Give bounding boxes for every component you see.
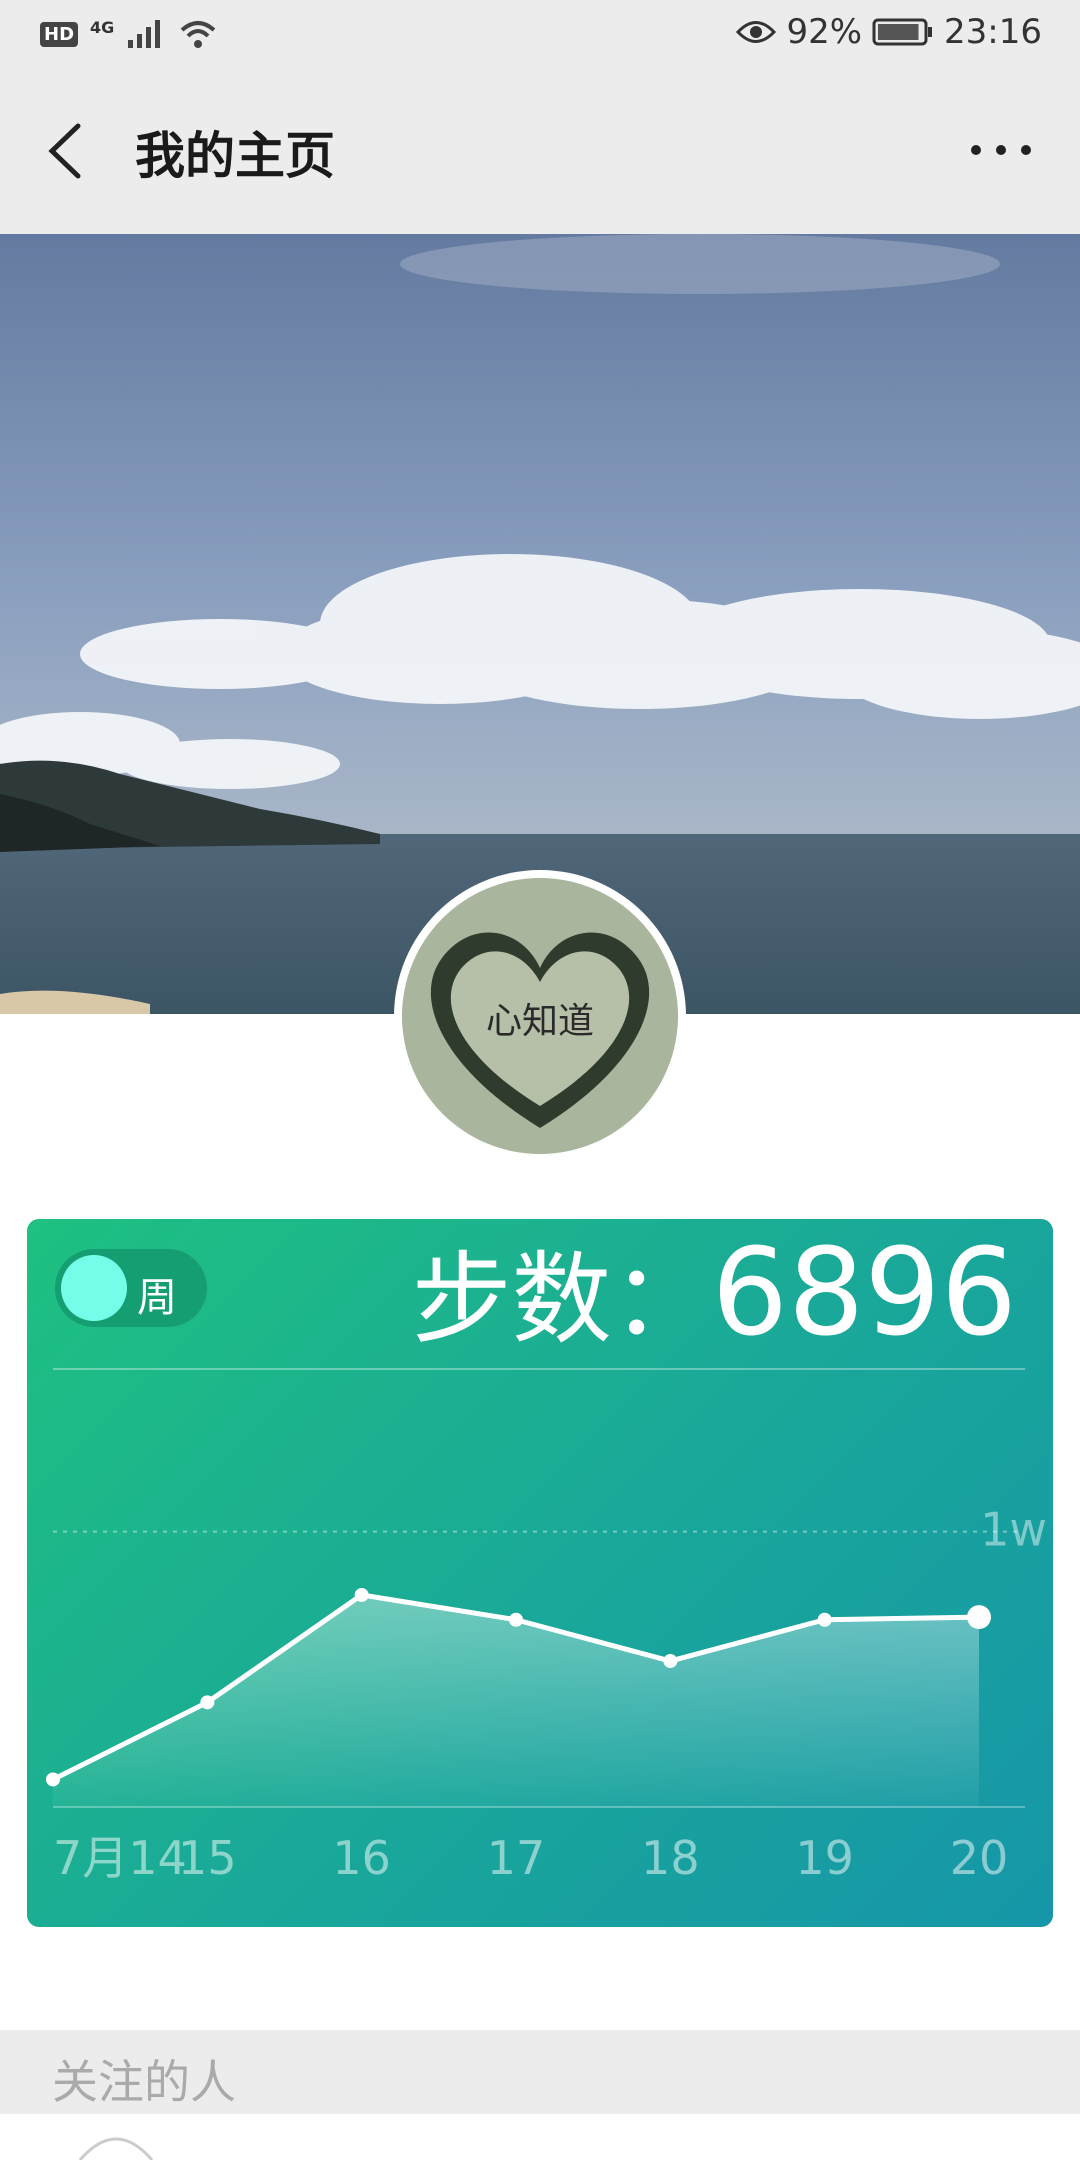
x-tick-label: 7月14 [53, 1831, 187, 1885]
x-tick-label: 17 [487, 1831, 546, 1885]
more-button[interactable] [966, 130, 1036, 170]
toggle-knob [61, 1255, 127, 1321]
status-bar: HD 4G 92% 23:16 [0, 0, 1080, 72]
data-point [817, 1612, 832, 1627]
steps-card[interactable]: 1w 7月14 15 16 17 18 19 20 周 步数： 6896 [27, 1219, 1053, 1927]
steps-summary: 步数： 6896 [412, 1229, 1017, 1365]
more-horizontal-icon [971, 145, 1031, 155]
series-area [53, 1594, 979, 1807]
x-tick-label: 20 [950, 1831, 1009, 1885]
eye-icon [736, 21, 777, 43]
avatar-text: 心知道 [486, 1001, 594, 1042]
x-tick-label: 16 [332, 1831, 391, 1885]
follow-section-header: 关注的人 [0, 2030, 1080, 2114]
x-tick-label: 15 [178, 1831, 237, 1885]
avatar[interactable]: 心知道 [402, 878, 678, 1154]
reference-line-label: 1w [980, 1503, 1047, 1557]
network-4g-label: 4G [90, 17, 115, 37]
data-point [200, 1695, 215, 1710]
follow-list-item[interactable] [0, 2114, 1080, 2160]
period-toggle[interactable]: 周 [55, 1249, 207, 1327]
battery-percent: 92% [786, 12, 863, 52]
data-point [354, 1587, 369, 1602]
hd-badge: HD [40, 21, 79, 47]
wifi-icon [180, 21, 216, 48]
data-point [46, 1772, 60, 1787]
nav-bar: 我的主页 [0, 72, 1080, 234]
x-tick-label: 19 [795, 1831, 854, 1885]
battery-icon [872, 18, 933, 46]
data-point [663, 1654, 678, 1669]
chevron-left-icon [48, 123, 81, 179]
signal-icon [128, 20, 161, 48]
steps-value: 6896 [711, 1224, 1017, 1363]
page-title: 我的主页 [135, 127, 335, 185]
clock: 23:16 [944, 12, 1042, 52]
toggle-label: 周 [137, 1275, 177, 1321]
data-point [509, 1612, 523, 1627]
data-point [967, 1605, 991, 1630]
x-tick-label: 18 [641, 1831, 700, 1885]
back-button[interactable] [38, 116, 98, 186]
follow-section-title: 关注的人 [52, 2055, 236, 2109]
steps-label: 步数： [411, 1241, 712, 1358]
